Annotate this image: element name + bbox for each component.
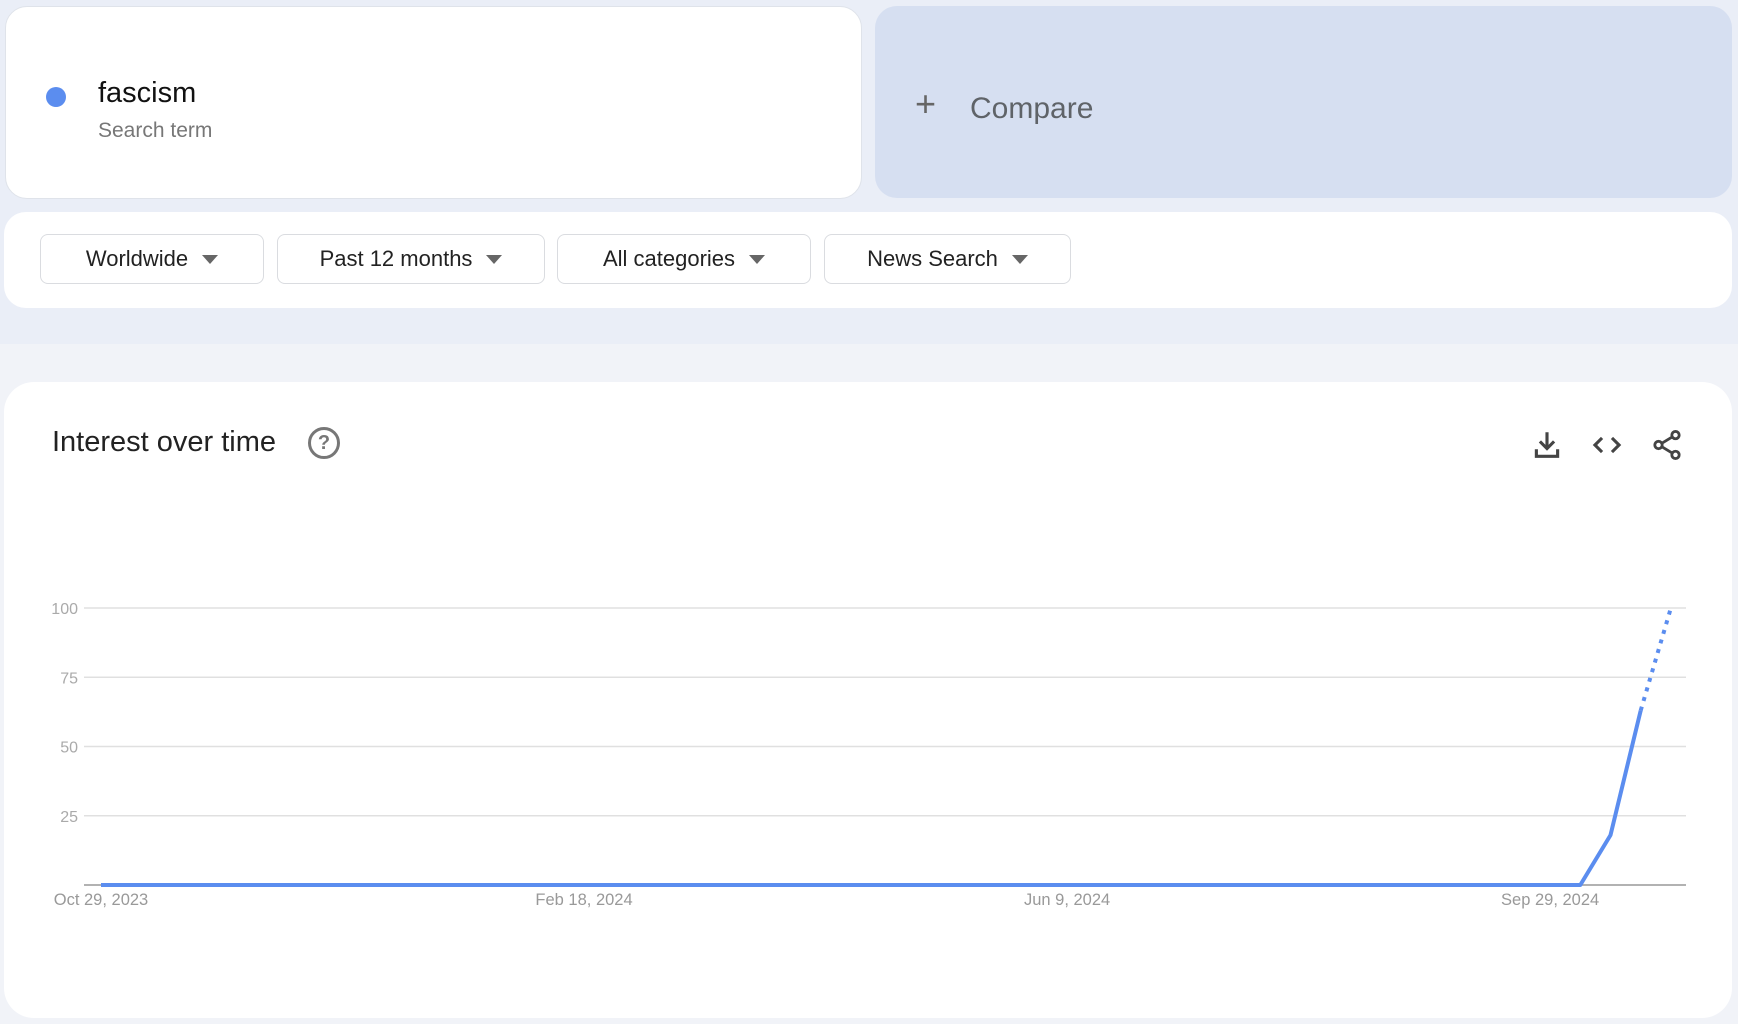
chart-y-tick-labels: 25 50 75 100: [51, 601, 78, 826]
x-tick-label: Oct 29, 2023: [54, 891, 148, 909]
x-tick-label: Sep 29, 2024: [1501, 891, 1599, 909]
y-tick-label: 50: [60, 740, 78, 757]
chart-x-tick-labels: Oct 29, 2023 Feb 18, 2024 Jun 9, 2024 Sep 2…: [54, 891, 1599, 909]
x-tick-label: Jun 9, 2024: [1024, 891, 1110, 909]
x-tick-label: Feb 18, 2024: [535, 891, 632, 909]
y-tick-label: 75: [60, 670, 78, 687]
y-tick-label: 25: [60, 809, 78, 826]
series-line-partial-fascism: [1638, 607, 1673, 712]
y-tick-label: 100: [51, 601, 78, 618]
interest-chart: 25 50 75 100 Oct 29, 2023 Feb 18, 2024 Jun 9,…: [51, 601, 1686, 909]
series-line-fascism: [101, 710, 1643, 887]
chart-gridlines: [84, 607, 1686, 886]
